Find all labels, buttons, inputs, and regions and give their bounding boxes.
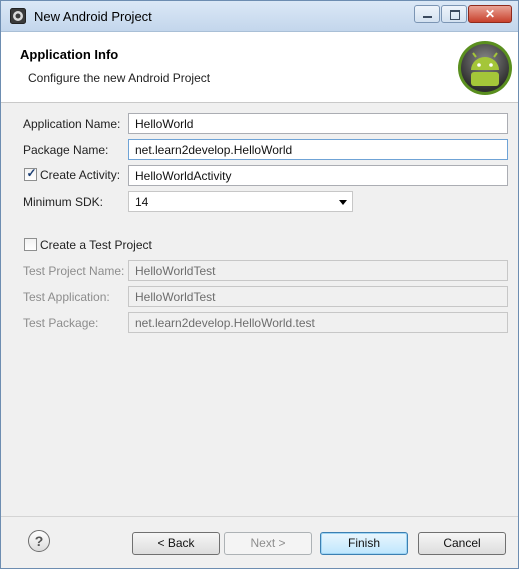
minimize-icon [423, 16, 432, 18]
application-name-field[interactable] [128, 113, 508, 134]
maximize-button[interactable] [441, 5, 467, 23]
maximize-icon [450, 10, 460, 20]
package-name-label: Package Name: [23, 143, 109, 157]
package-name-field[interactable] [128, 139, 508, 160]
activity-name-field[interactable] [128, 165, 508, 186]
wizard-header: Application Info Configure the new Andro… [1, 32, 518, 103]
page-title: Application Info [20, 47, 119, 62]
create-test-project-label: Create a Test Project [40, 238, 152, 252]
create-test-project-checkbox[interactable] [24, 238, 37, 251]
next-button: Next > [224, 532, 312, 555]
application-name-label: Application Name: [23, 117, 121, 131]
dialog-window: New Android Project ✕ Application Info C… [0, 0, 519, 569]
test-package-label: Test Package: [23, 316, 99, 330]
minimum-sdk-label: Minimum SDK: [23, 195, 104, 209]
page-subtitle: Configure the new Android Project [28, 71, 211, 85]
minimum-sdk-value: 14 [135, 195, 149, 209]
footer-divider [1, 516, 518, 517]
finish-button[interactable]: Finish [320, 532, 408, 555]
test-application-field [128, 286, 508, 307]
close-button[interactable]: ✕ [468, 5, 512, 23]
test-project-name-label: Test Project Name: [23, 264, 125, 278]
test-package-field [128, 312, 508, 333]
title-bar[interactable]: New Android Project ✕ [1, 1, 518, 32]
test-project-name-field [128, 260, 508, 281]
minimum-sdk-dropdown[interactable]: 14 [128, 191, 353, 212]
checkmark-icon: ✓ [26, 166, 37, 180]
help-icon[interactable]: ? [28, 530, 50, 552]
create-activity-checkbox[interactable]: ✓ [24, 166, 37, 181]
cancel-button[interactable]: Cancel [418, 532, 506, 555]
test-application-label: Test Application: [23, 290, 110, 304]
android-icon [457, 40, 513, 96]
dropdown-arrow-icon [339, 200, 347, 205]
close-icon: ✕ [484, 7, 496, 21]
window-title: New Android Project [34, 9, 152, 24]
eclipse-icon [10, 8, 26, 24]
create-activity-label: Create Activity: [40, 168, 121, 182]
back-button[interactable]: < Back [132, 532, 220, 555]
minimize-button[interactable] [414, 5, 440, 23]
